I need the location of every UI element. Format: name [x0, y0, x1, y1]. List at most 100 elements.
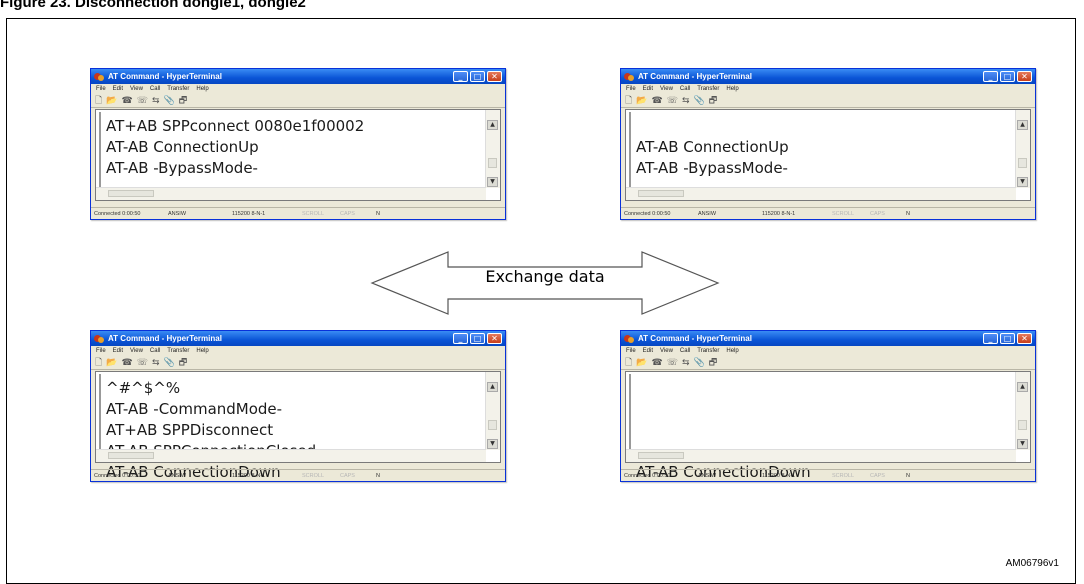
terminal-area[interactable]: AT-AB ConnectionUp AT-AB -BypassMode- ▲ ▼: [625, 109, 1031, 201]
close-button[interactable]: ✕: [487, 71, 502, 82]
toolbar-button-icon[interactable]: 🗋: [625, 93, 632, 109]
menu-item[interactable]: File: [96, 348, 106, 354]
toolbar: 🗋 📂 ☎ ☏ ⇆ 📎 🗗: [91, 356, 505, 370]
toolbar-button-icon[interactable]: 📂: [106, 96, 117, 106]
menu-item[interactable]: View: [130, 348, 143, 354]
menu-item[interactable]: File: [626, 348, 636, 354]
toolbar-button-icon[interactable]: ☏: [137, 358, 148, 368]
toolbar-button-icon[interactable]: 📎: [694, 96, 705, 106]
toolbar-button-icon[interactable]: 📂: [636, 358, 647, 368]
scroll-thumb[interactable]: [1018, 420, 1027, 430]
menu-item[interactable]: Help: [726, 348, 738, 354]
toolbar-button-icon[interactable]: ☏: [667, 96, 678, 106]
toolbar-button-icon[interactable]: ☎: [121, 358, 132, 368]
vertical-scrollbar[interactable]: ▲ ▼: [485, 372, 500, 450]
maximize-button[interactable]: □: [470, 333, 485, 344]
scroll-thumb[interactable]: [488, 420, 497, 430]
toolbar-button-icon[interactable]: ☏: [137, 96, 148, 106]
vertical-scrollbar[interactable]: ▲ ▼: [485, 110, 500, 188]
horizontal-scrollbar[interactable]: [626, 187, 1016, 200]
maximize-button[interactable]: □: [1000, 71, 1015, 82]
menu-bar: File Edit View Call Transfer Help: [91, 346, 505, 356]
menu-item[interactable]: View: [130, 86, 143, 92]
minimize-button[interactable]: _: [983, 333, 998, 344]
window-titlebar[interactable]: AT Command - HyperTerminal _ □ ✕: [91, 331, 505, 346]
toolbar-button-icon[interactable]: ☎: [651, 358, 662, 368]
vertical-scrollbar[interactable]: ▲ ▼: [1015, 110, 1030, 188]
toolbar-button-icon[interactable]: ⇆: [152, 96, 160, 106]
menu-item[interactable]: Edit: [643, 348, 653, 354]
minimize-button[interactable]: _: [453, 333, 468, 344]
toolbar-button-icon[interactable]: 📂: [106, 358, 117, 368]
terminal-area[interactable]: AT+AB SPPconnect 0080e1f00002 AT-AB Conne…: [95, 109, 501, 201]
horizontal-scrollbar[interactable]: [96, 449, 486, 462]
toolbar-button-icon[interactable]: 🗋: [95, 93, 102, 109]
scroll-down-icon[interactable]: ▼: [487, 439, 498, 449]
menu-item[interactable]: Call: [680, 348, 690, 354]
toolbar-button-icon[interactable]: 📂: [636, 96, 647, 106]
toolbar-button-icon[interactable]: 🗗: [179, 355, 187, 371]
vertical-scrollbar[interactable]: ▲ ▼: [1015, 372, 1030, 450]
toolbar-button-icon[interactable]: ☎: [121, 96, 132, 106]
menu-item[interactable]: View: [660, 348, 673, 354]
scroll-up-icon[interactable]: ▲: [487, 382, 498, 392]
hscroll-thumb[interactable]: [108, 190, 154, 197]
scroll-thumb[interactable]: [1018, 158, 1027, 168]
window-titlebar[interactable]: AT Command - HyperTerminal _ □ ✕: [91, 69, 505, 84]
horizontal-scrollbar[interactable]: [96, 187, 486, 200]
terminal-line: ^#^$^%: [106, 379, 181, 397]
menu-item[interactable]: Edit: [643, 86, 653, 92]
minimize-button[interactable]: _: [453, 71, 468, 82]
menu-item[interactable]: Help: [726, 86, 738, 92]
toolbar-button-icon[interactable]: 📎: [694, 358, 705, 368]
toolbar-button-icon[interactable]: 🗋: [95, 355, 102, 371]
scroll-up-icon[interactable]: ▲: [487, 120, 498, 130]
toolbar-button-icon[interactable]: 📎: [164, 358, 175, 368]
toolbar-button-icon[interactable]: 🗗: [709, 93, 717, 109]
toolbar-button-icon[interactable]: 🗗: [179, 93, 187, 109]
menu-item[interactable]: File: [96, 86, 106, 92]
maximize-button[interactable]: □: [470, 71, 485, 82]
menu-item[interactable]: Transfer: [697, 348, 719, 354]
maximize-button[interactable]: □: [1000, 333, 1015, 344]
toolbar-button-icon[interactable]: 🗋: [625, 355, 632, 371]
menu-item[interactable]: File: [626, 86, 636, 92]
menu-item[interactable]: Call: [150, 86, 160, 92]
menu-item[interactable]: Call: [150, 348, 160, 354]
menu-item[interactable]: Transfer: [167, 348, 189, 354]
toolbar-button-icon[interactable]: ⇆: [152, 358, 160, 368]
menu-item[interactable]: Help: [196, 86, 208, 92]
hscroll-thumb[interactable]: [638, 190, 684, 197]
hscroll-thumb[interactable]: [638, 452, 684, 459]
terminal-area[interactable]: AT-AB ConnectionDown ▲ ▼: [625, 371, 1031, 481]
minimize-button[interactable]: _: [983, 71, 998, 82]
toolbar-button-icon[interactable]: ⇆: [682, 358, 690, 368]
window-titlebar[interactable]: AT Command - HyperTerminal _ □ ✕: [621, 331, 1035, 346]
menu-item[interactable]: Transfer: [167, 86, 189, 92]
menu-item[interactable]: Call: [680, 86, 690, 92]
toolbar-button-icon[interactable]: 🗗: [709, 355, 717, 371]
scroll-down-icon[interactable]: ▼: [1017, 439, 1028, 449]
close-button[interactable]: ✕: [1017, 71, 1032, 82]
toolbar-button-icon[interactable]: 📎: [164, 96, 175, 106]
toolbar-button-icon[interactable]: ⇆: [682, 96, 690, 106]
hyperterminal-icon: [624, 72, 635, 82]
menu-item[interactable]: Help: [196, 348, 208, 354]
scroll-up-icon[interactable]: ▲: [1017, 120, 1028, 130]
scroll-up-icon[interactable]: ▲: [1017, 382, 1028, 392]
close-button[interactable]: ✕: [1017, 333, 1032, 344]
toolbar-button-icon[interactable]: ☏: [667, 358, 678, 368]
close-button[interactable]: ✕: [487, 333, 502, 344]
horizontal-scrollbar[interactable]: [626, 449, 1016, 462]
menu-item[interactable]: View: [660, 86, 673, 92]
toolbar-button-icon[interactable]: ☎: [651, 96, 662, 106]
scroll-down-icon[interactable]: ▼: [487, 177, 498, 187]
menu-item[interactable]: Transfer: [697, 86, 719, 92]
scroll-thumb[interactable]: [488, 158, 497, 168]
window-titlebar[interactable]: AT Command - HyperTerminal _ □ ✕: [621, 69, 1035, 84]
hscroll-thumb[interactable]: [108, 452, 154, 459]
terminal-area[interactable]: ^#^$^% AT-AB -CommandMode- AT+AB SPPDiscon…: [95, 371, 501, 481]
menu-item[interactable]: Edit: [113, 348, 123, 354]
scroll-down-icon[interactable]: ▼: [1017, 177, 1028, 187]
menu-item[interactable]: Edit: [113, 86, 123, 92]
